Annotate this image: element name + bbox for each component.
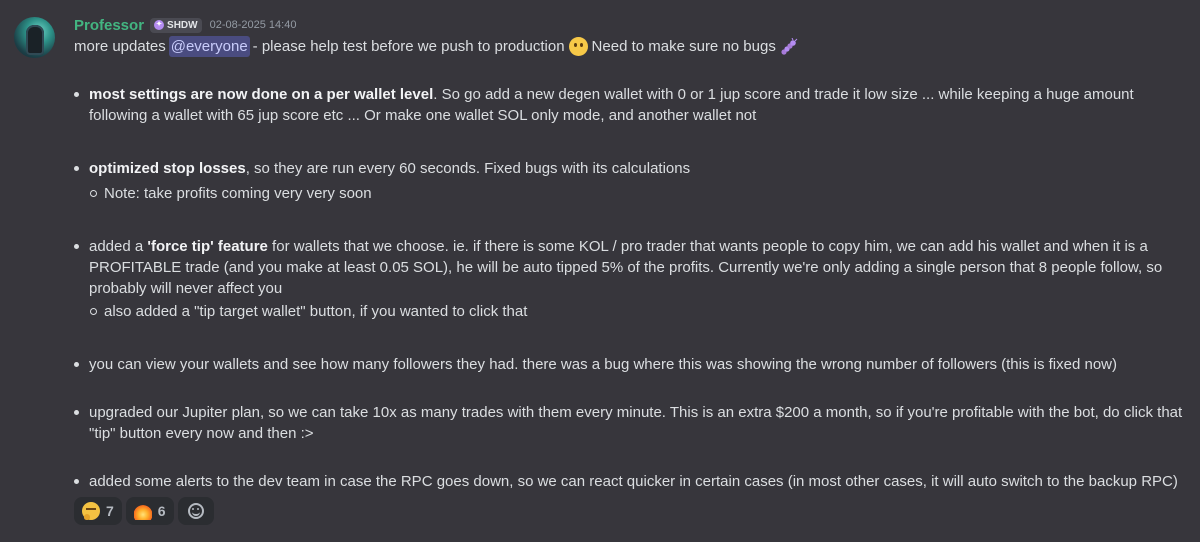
sub-list-item: Note: take profits coming very very soon <box>89 183 1184 204</box>
update-list: most settings are now done on a per wall… <box>74 84 1184 492</box>
timestamp: 02-08-2025 14:40 <box>209 19 297 31</box>
list-item: added some alerts to the dev team in cas… <box>74 471 1184 492</box>
slightly-smiling-face-icon <box>568 37 588 56</box>
message: Professor ✦ SHDW 02-08-2025 14:40 more u… <box>0 0 1200 542</box>
add-reaction-button[interactable] <box>177 497 214 525</box>
mention-everyone[interactable]: @everyone <box>168 36 250 57</box>
reaction-thinking[interactable]: 7 <box>74 497 122 525</box>
author-name[interactable]: Professor <box>74 17 144 34</box>
intro-text-middle: - please help test before we push to pro… <box>252 38 565 55</box>
list-item-text: , so they are run every 60 seconds. Fixe… <box>245 160 691 177</box>
thinking-face-icon <box>82 502 100 520</box>
avatar[interactable] <box>14 17 55 58</box>
sub-list-item: also added a "tip target wallet" button,… <box>89 301 1184 322</box>
intro-text-before: more updates <box>74 38 166 55</box>
list-item-bold: most settings are now done on a per wall… <box>89 86 434 103</box>
fire-icon <box>133 502 152 520</box>
message-content: more updates @everyone - please help tes… <box>74 36 1184 492</box>
intro-text-after: Need to make sure no bugs <box>591 38 776 55</box>
avatar-figure <box>26 25 44 55</box>
sub-list: Note: take profits coming very very soon <box>89 183 1184 204</box>
list-item: upgraded our Jupiter plan, so we can tak… <box>74 402 1184 444</box>
list-item: most settings are now done on a per wall… <box>74 84 1184 126</box>
list-item-prefix: added a <box>89 238 148 255</box>
list-item: optimized stop losses, so they are run e… <box>74 158 1184 204</box>
add-reaction-icon <box>187 503 204 519</box>
sub-list: also added a "tip target wallet" button,… <box>89 301 1184 322</box>
intro-line: more updates @everyone - please help tes… <box>74 36 1184 57</box>
reaction-count: 6 <box>157 503 166 519</box>
bug-icon <box>781 37 798 55</box>
list-item-text: added some alerts to the dev team in cas… <box>89 473 1178 490</box>
list-item: added a 'force tip' feature for wallets … <box>74 236 1184 322</box>
reaction-count: 7 <box>106 503 114 519</box>
list-item-text: you can view your wallets and see how ma… <box>89 356 1118 373</box>
list-item-text: upgraded our Jupiter plan, so we can tak… <box>89 404 1183 442</box>
reaction-fire[interactable]: 6 <box>125 497 174 525</box>
server-tag[interactable]: ✦ SHDW <box>150 17 202 33</box>
list-item-bold: optimized stop losses <box>89 160 246 177</box>
tag-label: SHDW <box>167 19 198 31</box>
list-item: you can view your wallets and see how ma… <box>74 354 1184 375</box>
message-header: Professor ✦ SHDW 02-08-2025 14:40 <box>74 14 296 36</box>
tag-icon: ✦ <box>154 20 165 30</box>
date-divider <box>0 0 1200 5</box>
reactions-bar: 7 6 <box>74 497 214 525</box>
list-item-bold: 'force tip' feature <box>147 238 268 255</box>
